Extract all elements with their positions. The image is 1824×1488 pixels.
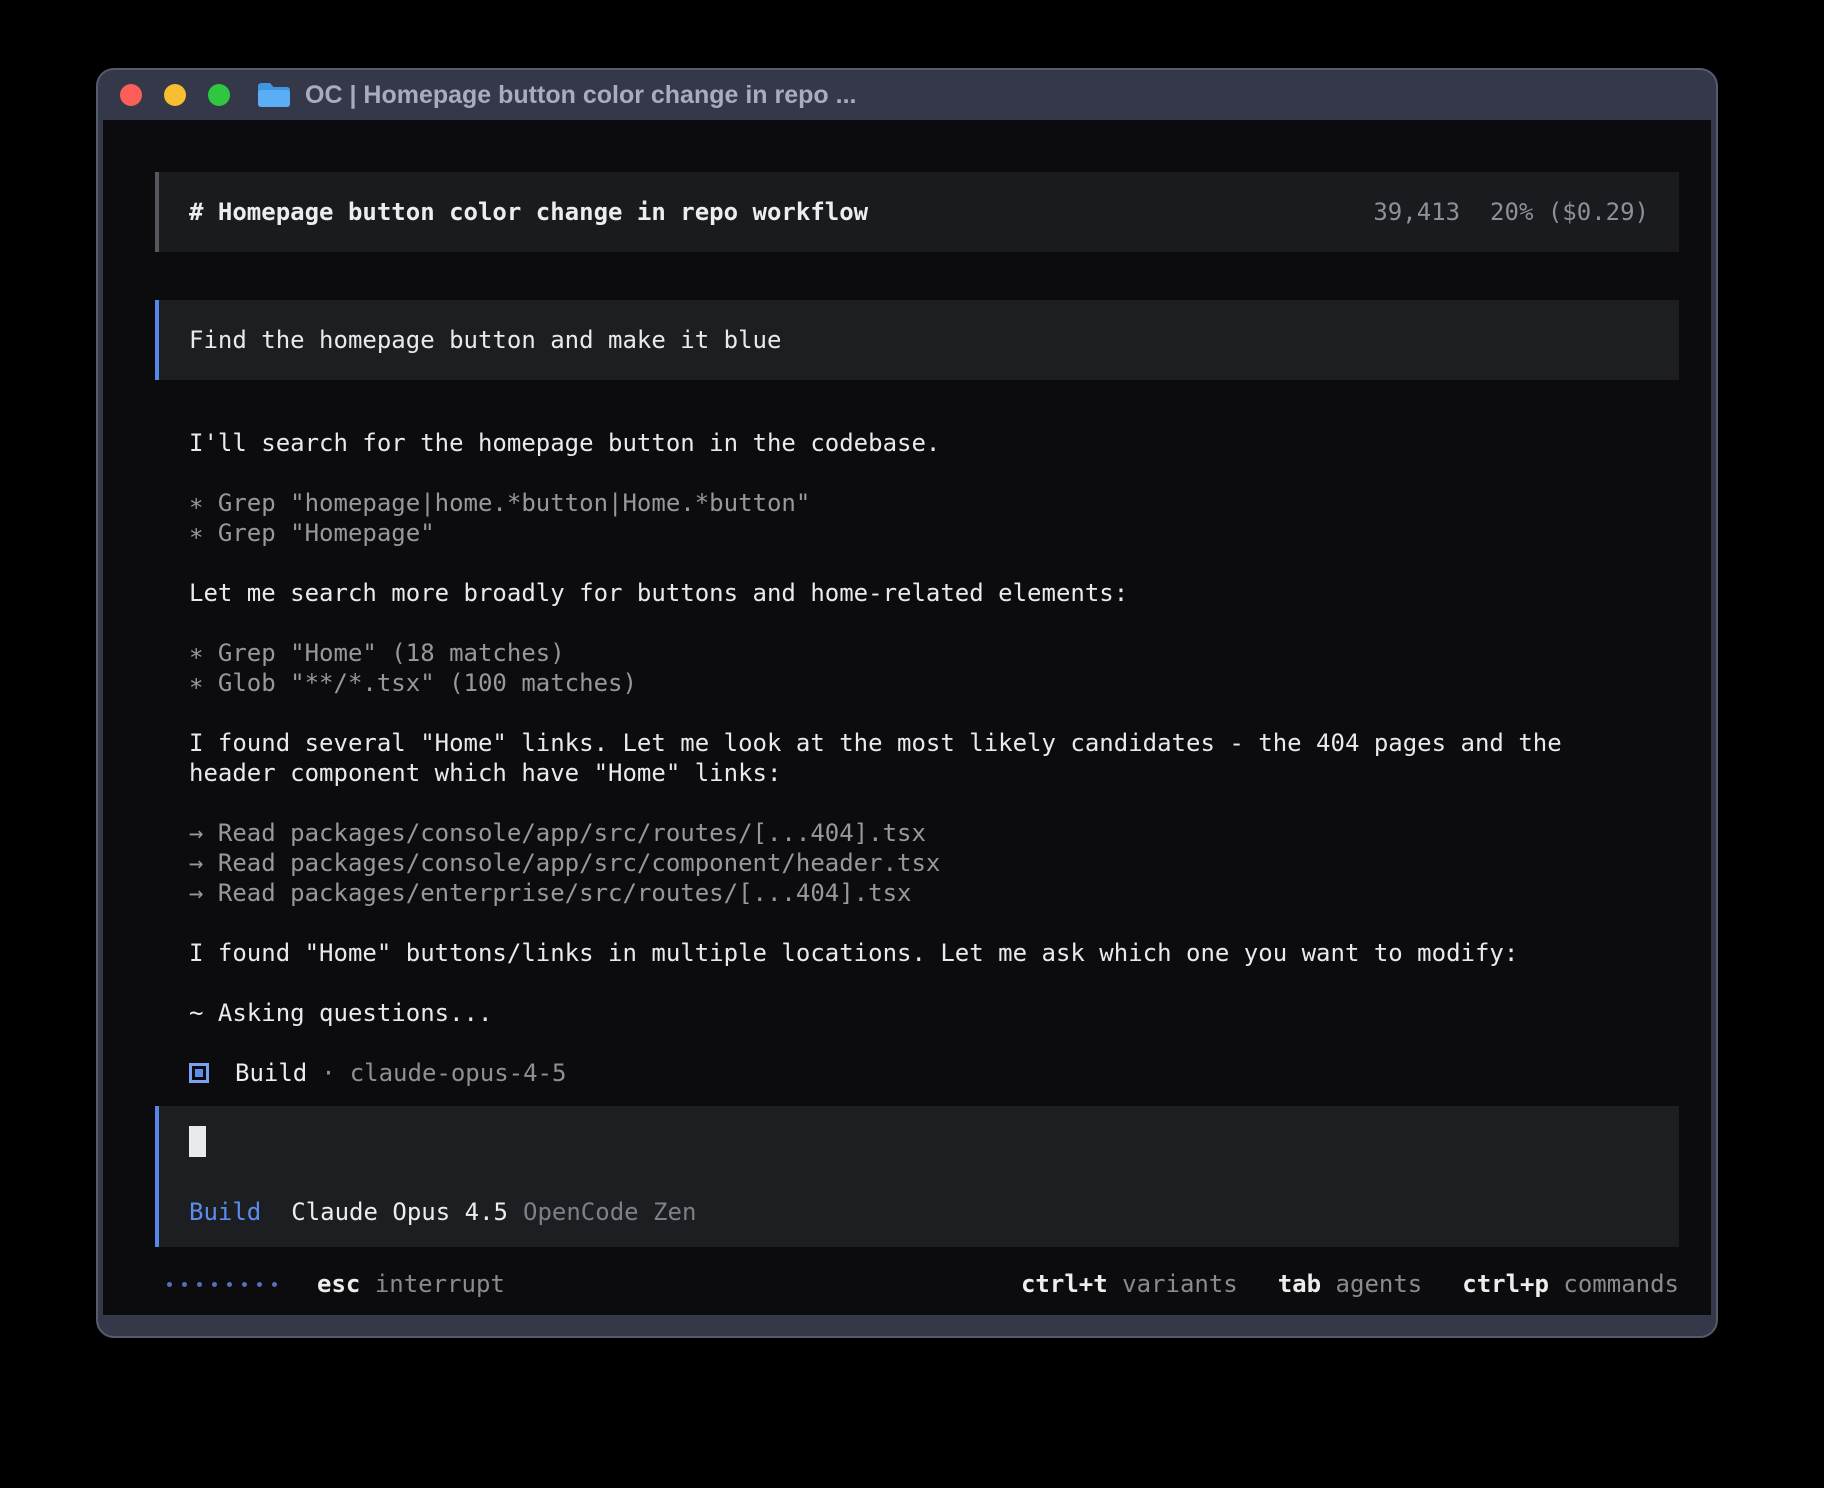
assistant-conversation: I'll search for the homepage button in t… <box>189 428 1679 1088</box>
hint-key: ctrl+t <box>1021 1270 1108 1298</box>
tool-call-grep: ∗ Grep "Home" (18 matches) <box>189 638 1679 668</box>
hint-label: variants <box>1122 1270 1238 1298</box>
provider-name: OpenCode Zen <box>523 1197 696 1227</box>
hint-interrupt: esc interrupt <box>317 1269 505 1299</box>
agent-name: Build <box>235 1058 307 1088</box>
close-window-button[interactable] <box>120 84 142 106</box>
prompt-input[interactable]: Build Claude Opus 4.5 OpenCode Zen <box>155 1106 1679 1247</box>
terminal-content: # Homepage button color change in repo w… <box>103 120 1711 1315</box>
user-message-text: Find the homepage button and make it blu… <box>189 326 781 354</box>
assistant-text: I found "Home" buttons/links in multiple… <box>189 938 1679 968</box>
agent-status-row: Build · claude-opus-4-5 <box>189 1058 1679 1088</box>
status-bar: esc interrupt ctrl+t variants tab agents… <box>155 1269 1679 1299</box>
tool-call-group: ∗ Grep "Home" (18 matches) ∗ Glob "**/*.… <box>189 638 1679 698</box>
window-title: OC | Homepage button color change in rep… <box>305 81 856 110</box>
hint-label: commands <box>1563 1270 1679 1298</box>
hint-label: interrupt <box>375 1270 505 1298</box>
hint-key: esc <box>317 1270 360 1298</box>
hint-agents: tab agents <box>1278 1269 1423 1299</box>
assistant-status: ~ Asking questions... <box>189 998 1679 1028</box>
tool-call-read: → Read packages/console/app/src/routes/[… <box>189 818 1679 848</box>
hint-key: tab <box>1278 1270 1321 1298</box>
agent-build-icon <box>189 1063 209 1083</box>
tool-call-read: → Read packages/console/app/src/componen… <box>189 848 1679 878</box>
hint-key: ctrl+p <box>1462 1270 1549 1298</box>
mode-label[interactable]: Build <box>189 1197 261 1227</box>
traffic-lights <box>120 84 230 106</box>
token-count: 39,413 <box>1373 197 1460 227</box>
agent-model: claude-opus-4-5 <box>350 1058 567 1088</box>
spinner-dots <box>167 1282 277 1287</box>
model-name[interactable]: Claude Opus 4.5 <box>291 1197 508 1227</box>
terminal-window: OC | Homepage button color change in rep… <box>96 68 1718 1338</box>
model-row: Build Claude Opus 4.5 OpenCode Zen <box>189 1197 1649 1227</box>
minimize-window-button[interactable] <box>164 84 186 106</box>
tool-call-glob: ∗ Glob "**/*.tsx" (100 matches) <box>189 668 1679 698</box>
tool-call-grep: ∗ Grep "Homepage" <box>189 518 1679 548</box>
session-title: # Homepage button color change in repo w… <box>189 197 868 227</box>
user-message: Find the homepage button and make it blu… <box>155 300 1679 380</box>
session-header: # Homepage button color change in repo w… <box>155 172 1679 252</box>
tool-call-group: ∗ Grep "homepage|home.*button|Home.*butt… <box>189 488 1679 548</box>
text-cursor <box>189 1126 206 1157</box>
tool-call-read: → Read packages/enterprise/src/routes/[.… <box>189 878 1679 908</box>
keyboard-hints: ctrl+t variants tab agents ctrl+p comman… <box>1021 1269 1679 1299</box>
folder-icon <box>256 80 292 110</box>
hint-variants: ctrl+t variants <box>1021 1269 1238 1299</box>
agent-separator: · <box>321 1058 335 1088</box>
titlebar[interactable]: OC | Homepage button color change in rep… <box>98 70 1716 120</box>
maximize-window-button[interactable] <box>208 84 230 106</box>
session-stats: 39,413 20% ($0.29) <box>1373 197 1649 227</box>
assistant-text: I'll search for the homepage button in t… <box>189 428 1679 458</box>
tool-call-group: → Read packages/console/app/src/routes/[… <box>189 818 1679 908</box>
hint-commands: ctrl+p commands <box>1462 1269 1679 1299</box>
assistant-text: Let me search more broadly for buttons a… <box>189 578 1679 608</box>
assistant-text: I found several "Home" links. Let me loo… <box>189 728 1679 788</box>
hint-label: agents <box>1336 1270 1423 1298</box>
tool-call-grep: ∗ Grep "homepage|home.*button|Home.*butt… <box>189 488 1679 518</box>
context-cost: 20% ($0.29) <box>1490 197 1649 227</box>
